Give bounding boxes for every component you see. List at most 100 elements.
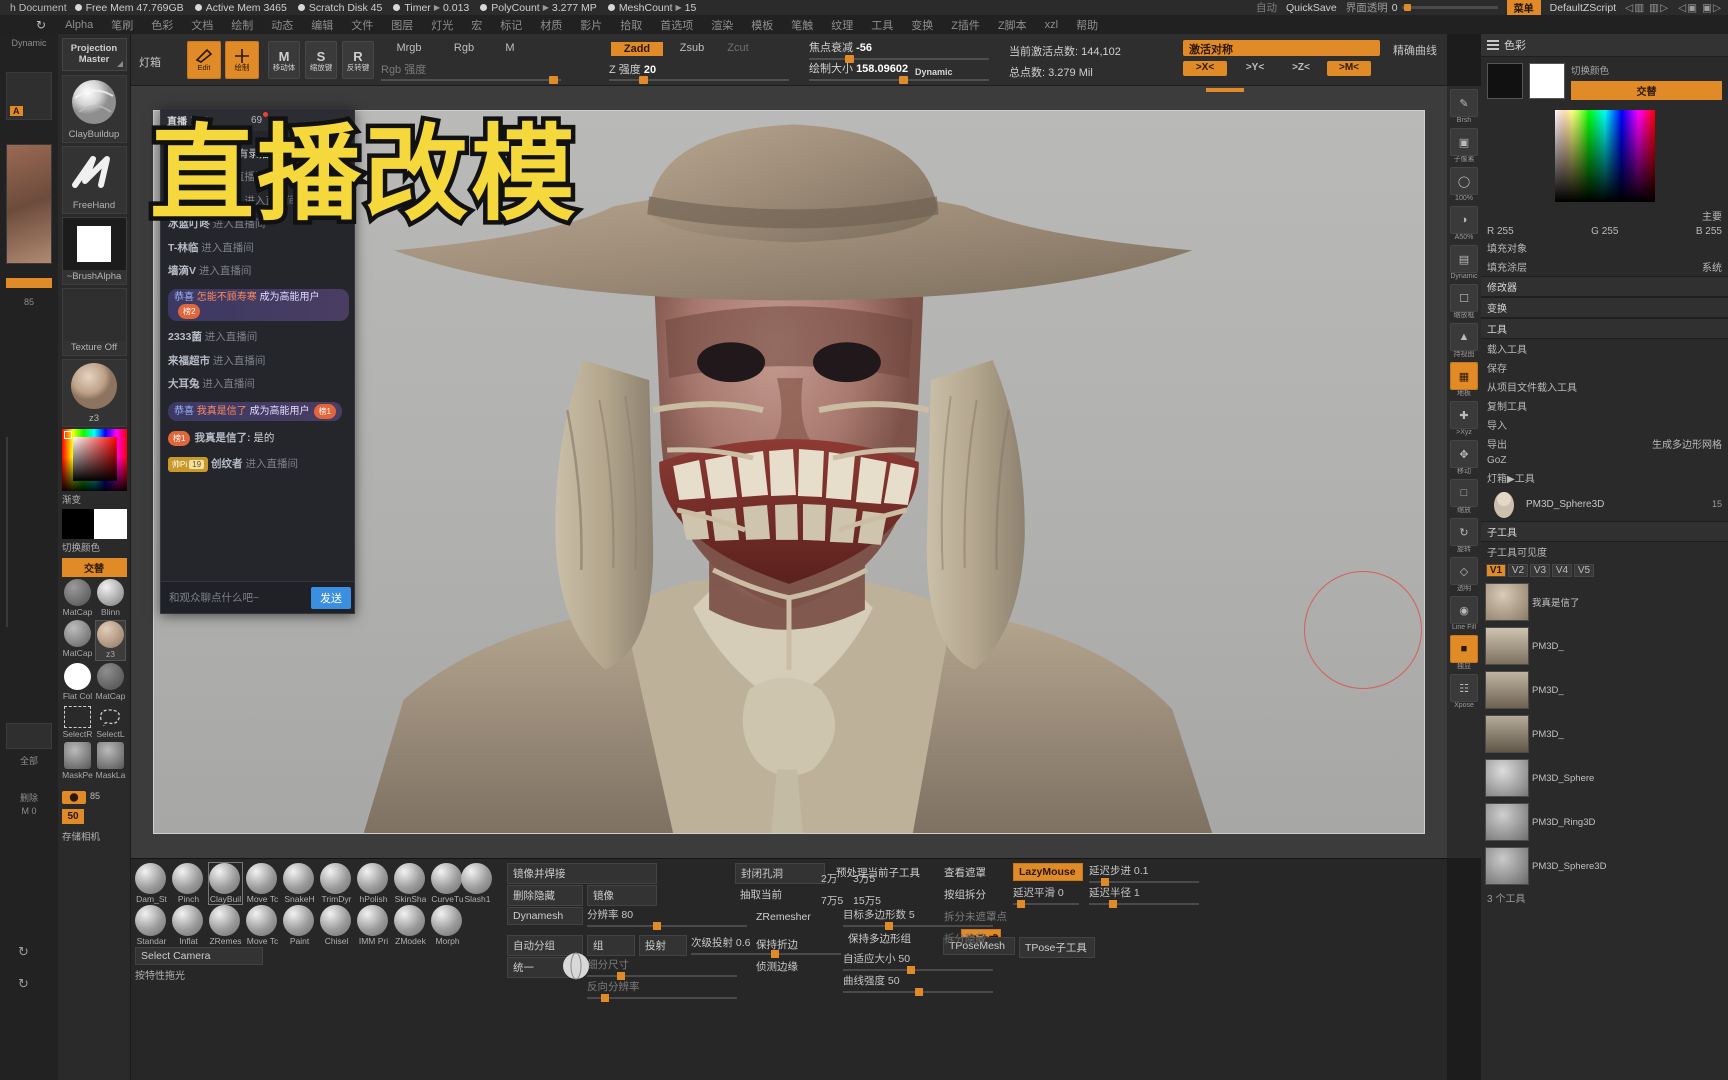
import-button[interactable]: 导入 bbox=[1481, 415, 1728, 434]
subtool-icon[interactable]: ▣ bbox=[1450, 128, 1478, 156]
subtool-thumb[interactable] bbox=[1485, 847, 1529, 885]
brush-dam-standard[interactable]: Dam_St bbox=[135, 863, 168, 904]
lazy-step-slider[interactable]: 延迟步进 0.1 bbox=[1089, 863, 1199, 886]
zcut-button[interactable]: Zcut bbox=[721, 42, 755, 54]
subtool-thumb[interactable] bbox=[1485, 715, 1529, 753]
vtab-v4[interactable]: V4 bbox=[1552, 564, 1572, 577]
menu-item-marker[interactable]: 标记 bbox=[491, 17, 531, 33]
draw-mode-button[interactable]: 绘制 bbox=[225, 41, 259, 79]
shelf-arrows-icon[interactable]: ◁▥ ▥▷ bbox=[1625, 2, 1669, 14]
rail-orange-indicator[interactable] bbox=[6, 278, 52, 288]
rgb-intensity-slider[interactable]: Rgb 强度 bbox=[381, 61, 561, 84]
m-button[interactable]: M bbox=[496, 42, 524, 54]
rail-rotate-icon-b[interactable]: ↻ bbox=[18, 976, 29, 992]
menu-item-macro[interactable]: 宏 bbox=[462, 17, 491, 33]
save-tool-button[interactable]: 保存 bbox=[1481, 358, 1728, 377]
subtool-thumb[interactable] bbox=[1485, 583, 1529, 621]
secondary-color-swatch[interactable] bbox=[1487, 63, 1523, 99]
menu-item-layer[interactable]: 图层 bbox=[382, 17, 422, 33]
split-unmasked-button[interactable]: 拆分未遮罩点 bbox=[939, 907, 1045, 926]
subtool-view-tabs[interactable]: V1 V2 V3 V4 V5 bbox=[1481, 561, 1728, 580]
menu-item-brush[interactable]: 笔刷 bbox=[102, 17, 142, 33]
tool-panel-title[interactable]: 工具 bbox=[1481, 318, 1728, 339]
move-tool-icon[interactable]: ✥ bbox=[1450, 440, 1478, 468]
menu-item-help[interactable]: 帮助 bbox=[1067, 17, 1107, 33]
chat-input-field[interactable]: 和观众聊点什么吧~ bbox=[161, 590, 311, 605]
menu-item-light[interactable]: 灯光 bbox=[422, 17, 462, 33]
lightbox-button[interactable]: 灯箱 bbox=[139, 54, 161, 70]
brush-trimdynamic[interactable]: TrimDyr bbox=[320, 863, 353, 904]
store-camera-value-b[interactable]: 50 bbox=[62, 809, 84, 824]
quicksave-button[interactable]: QuickSave bbox=[1286, 2, 1337, 14]
material-cell[interactable]: Blinn bbox=[95, 579, 126, 618]
subtool-list-item[interactable]: PM3D_Ring3D bbox=[1481, 800, 1728, 844]
menu-item-edit[interactable]: 编辑 bbox=[302, 17, 342, 33]
brush-curvetube[interactable]: CurveTu bbox=[431, 863, 464, 904]
menu-item-file[interactable]: 文件 bbox=[342, 17, 382, 33]
load-from-project-button[interactable]: 从项目文件载入工具 bbox=[1481, 377, 1728, 396]
subtool-thumb[interactable] bbox=[1485, 803, 1529, 841]
extract-current-button[interactable]: 抽取当前 bbox=[735, 885, 825, 904]
brush-inflate[interactable]: Inflat bbox=[172, 905, 205, 946]
brush-stroke-icon[interactable]: ✎ bbox=[1450, 89, 1478, 117]
current-brush-slot[interactable]: ClayBuildup bbox=[61, 75, 127, 143]
reverse-resolution-slider[interactable]: 反向分辨率 bbox=[587, 979, 737, 1002]
swap-color-button[interactable]: 交替 bbox=[61, 558, 127, 577]
fill-object-button[interactable]: 填充对象 bbox=[1481, 238, 1728, 257]
ghost-icon[interactable]: ◉ bbox=[1450, 596, 1478, 624]
brush-imm-primitives[interactable]: IMM Pri bbox=[357, 905, 390, 946]
send-button[interactable]: 发送 bbox=[311, 586, 351, 609]
draw-size-slider[interactable]: 绘制大小 158.09602 bbox=[809, 60, 989, 84]
persp-icon[interactable]: ▲ bbox=[1450, 323, 1478, 351]
move-mode-button[interactable]: M 移动体 bbox=[268, 41, 300, 79]
brush-claybuildup[interactable]: ClayBuil bbox=[208, 862, 243, 905]
export-button[interactable]: 导出 bbox=[1481, 434, 1513, 453]
scale-tool-icon[interactable]: □ bbox=[1450, 479, 1478, 507]
rail-alpha-slot[interactable]: A bbox=[6, 72, 52, 120]
menu-item-texture[interactable]: 纹理 bbox=[822, 17, 862, 33]
window-arrows-icon[interactable]: ◁▣ ▣▷ bbox=[1678, 2, 1722, 14]
vtab-v2[interactable]: V2 bbox=[1508, 564, 1528, 577]
zsub-button[interactable]: Zsub bbox=[671, 42, 713, 54]
subtool-list-item[interactable]: PM3D_ bbox=[1481, 668, 1728, 712]
brush-chisel[interactable]: Chisel bbox=[320, 905, 353, 946]
rotate-tool-icon[interactable]: ↻ bbox=[1450, 518, 1478, 546]
subtool-panel-title[interactable]: 子工具 bbox=[1481, 521, 1728, 542]
rail-rotate-icon-a[interactable]: ↻ bbox=[18, 944, 29, 960]
fill-layer-button[interactable]: 填充涂层 bbox=[1481, 257, 1533, 276]
color-picker-wheel[interactable] bbox=[1554, 110, 1655, 202]
rail-slot-a[interactable] bbox=[6, 723, 52, 749]
color-panel-title[interactable]: 色彩 bbox=[1481, 34, 1728, 57]
symmetry-z-button[interactable]: >Z< bbox=[1281, 62, 1321, 73]
menu-item-zscript[interactable]: Z脚本 bbox=[989, 17, 1036, 33]
current-material-slot[interactable]: z3 bbox=[61, 359, 127, 427]
group-button[interactable]: 组 bbox=[587, 935, 635, 956]
menu-item-stencil[interactable]: 模板 bbox=[742, 17, 782, 33]
view-mask-button[interactable]: 查看遮罩 bbox=[939, 863, 1013, 882]
subtool-thumb[interactable] bbox=[1485, 627, 1529, 665]
precise-curve-button[interactable]: 精确曲线 bbox=[1393, 42, 1437, 58]
menu-item-draw[interactable]: 绘制 bbox=[222, 17, 262, 33]
subtool-list-item[interactable]: 我真是信了 bbox=[1481, 580, 1728, 624]
zadd-button[interactable]: Zadd bbox=[611, 42, 663, 56]
material-cell[interactable]: MatCap bbox=[62, 620, 93, 661]
transparency-icon[interactable]: ◇ bbox=[1450, 557, 1478, 585]
menu-item-tool[interactable]: 工具 bbox=[862, 17, 902, 33]
lazy-radius-slider[interactable]: 延迟半径 1 bbox=[1089, 885, 1199, 908]
brush-zmodeler[interactable]: ZModek bbox=[394, 905, 427, 946]
material-cell[interactable]: Flat Col bbox=[62, 663, 93, 702]
select-camera-button[interactable]: Select Camera bbox=[135, 947, 263, 965]
current-tool-thumb[interactable] bbox=[1487, 489, 1521, 519]
material-cell-selected[interactable]: z3 bbox=[95, 620, 126, 661]
color-gradient-picker[interactable] bbox=[61, 429, 127, 491]
subtool-list-item[interactable]: PM3D_ bbox=[1481, 624, 1728, 668]
dynamesh-button[interactable]: Dynamesh bbox=[507, 907, 583, 925]
split-hidden-button[interactable]: 拆分隐藏 bbox=[939, 929, 1045, 948]
brush-zremesher-guides[interactable]: ZRemes bbox=[209, 905, 242, 946]
menu-item-picker[interactable]: 拾取 bbox=[611, 17, 651, 33]
material-cell[interactable]: MatCap bbox=[95, 663, 126, 702]
solo-icon[interactable]: ■ bbox=[1450, 635, 1478, 663]
detect-edges-button[interactable]: 侦测边缘 bbox=[751, 957, 837, 976]
rail-texture-preview[interactable] bbox=[6, 144, 52, 264]
lazy-smooth-slider[interactable]: 延迟平滑 0 bbox=[1013, 885, 1079, 908]
